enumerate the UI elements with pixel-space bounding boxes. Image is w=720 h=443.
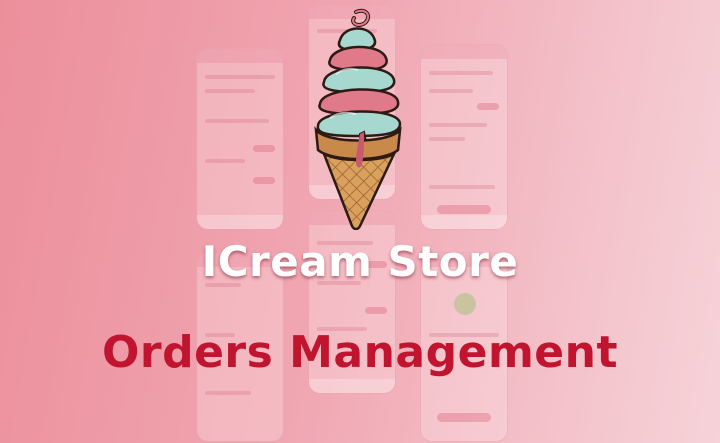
promo-banner: ICream Store Orders Management (0, 0, 720, 443)
ice-cream-cone-icon (314, 8, 402, 230)
phone-mockup-home (196, 48, 284, 230)
check-circle-icon (454, 293, 476, 315)
banner-title: ICream Store (201, 237, 519, 286)
banner-subtitle: Orders Management (101, 327, 619, 378)
phone-mockup-cart (420, 44, 508, 230)
